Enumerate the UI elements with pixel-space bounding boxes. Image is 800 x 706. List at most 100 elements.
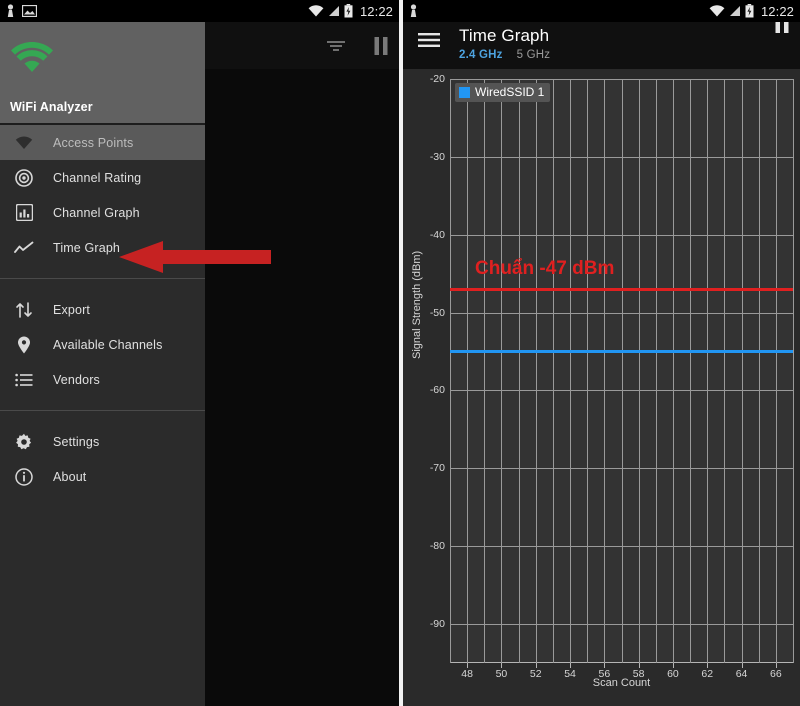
- battery-charging-icon: [344, 4, 353, 18]
- grid-line-vertical: [793, 79, 794, 663]
- x-axis-tick-mark: [638, 663, 640, 668]
- y-axis-tick-label: -40: [429, 228, 445, 241]
- bar-chart-icon: [12, 204, 36, 221]
- grid-line-vertical: [690, 79, 692, 663]
- wifi-filled-icon: [12, 135, 36, 150]
- status-bar-left-icons: [409, 4, 418, 18]
- x-axis-tick-mark: [535, 663, 537, 668]
- grid-line-vertical: [450, 79, 451, 663]
- y-axis-tick-label: -60: [429, 384, 445, 397]
- x-axis-tick-mark: [570, 663, 572, 668]
- gear-icon: [12, 433, 36, 451]
- sidebar-item-vendors[interactable]: Vendors: [0, 362, 205, 397]
- x-axis-tick-label: 58: [632, 668, 645, 680]
- wifi-logo-icon: [10, 41, 54, 79]
- grid-line-vertical: [552, 79, 554, 663]
- chart-legend: WiredSSID 1: [455, 83, 551, 102]
- filter-icon[interactable]: [325, 38, 347, 54]
- status-bar-right-icons: 12:22: [709, 4, 794, 19]
- tab-2-4ghz[interactable]: 2.4 GHz: [459, 49, 503, 61]
- sidebar-item-label: Channel Rating: [53, 170, 142, 185]
- x-axis-tick-mark: [467, 663, 469, 668]
- tab-5ghz[interactable]: 5 GHz: [517, 49, 551, 61]
- sidebar-item-label: Channel Graph: [53, 205, 140, 220]
- right-screen: 12:22 Time Graph 2.4 GHz 5 GHz Signal St…: [403, 0, 800, 706]
- sidebar-item-label: Export: [53, 302, 91, 317]
- drawer-app-name: WiFi Analyzer: [10, 100, 93, 114]
- sidebar-item-access-points[interactable]: Access Points: [0, 125, 205, 160]
- drawer-header: WiFi Analyzer: [0, 22, 205, 125]
- cell-signal-icon: [328, 5, 340, 17]
- grid-line-vertical: [707, 79, 709, 663]
- grid-line-vertical: [672, 79, 674, 663]
- grid-line-vertical: [535, 79, 537, 663]
- export-arrows-icon: [12, 301, 36, 319]
- pause-icon[interactable]: [373, 36, 389, 55]
- screenshot-root: 12:22 WiFi Analyzer Access Points Channe…: [0, 0, 800, 706]
- list-icon: [12, 373, 36, 387]
- series-line: [450, 350, 793, 354]
- hamburger-menu-icon[interactable]: [418, 32, 440, 53]
- x-axis-tick-label: 50: [495, 668, 508, 680]
- grid-line-vertical: [484, 79, 486, 663]
- grid-line-vertical: [501, 79, 503, 663]
- screenshot-image-icon: [22, 5, 37, 17]
- grid-line-horizontal: [450, 79, 793, 80]
- grid-line-horizontal: [450, 390, 793, 392]
- sidebar-item-about[interactable]: About: [0, 459, 205, 494]
- grid-line-vertical: [724, 79, 726, 663]
- status-bar: 12:22: [0, 0, 399, 22]
- person-icon: [409, 4, 418, 18]
- drawer-divider-2: [0, 410, 205, 411]
- grid-line-vertical: [467, 79, 469, 663]
- x-axis-tick-label: 48: [461, 668, 473, 680]
- status-bar-right-icons: 12:22: [308, 4, 393, 19]
- x-axis-tick-mark: [501, 663, 503, 668]
- sidebar-item-channel-graph[interactable]: Channel Graph: [0, 195, 205, 230]
- sidebar-item-label: Vendors: [53, 372, 100, 387]
- y-axis-tick-label: -50: [429, 306, 445, 319]
- radar-icon: [12, 168, 36, 187]
- x-axis-tick-label: 52: [529, 668, 542, 680]
- reference-line: [450, 287, 793, 291]
- x-axis-tick-mark: [775, 663, 777, 668]
- y-axis-label: Signal Strength (dBm): [411, 250, 423, 359]
- grid-line-vertical: [638, 79, 640, 663]
- x-axis-tick-label: 64: [735, 668, 748, 680]
- grid-line-vertical: [621, 79, 623, 663]
- x-axis-tick-mark: [672, 663, 674, 668]
- x-axis-tick-label: 54: [564, 668, 576, 680]
- sidebar-item-channel-rating[interactable]: Channel Rating: [0, 160, 205, 195]
- y-axis-tick-label: -80: [429, 540, 445, 553]
- status-bar-left-icons: [6, 4, 37, 18]
- sidebar-item-label: Settings: [53, 434, 100, 449]
- grid-line-horizontal: [450, 468, 793, 470]
- grid-line-vertical: [775, 79, 777, 663]
- left-screen: 12:22 WiFi Analyzer Access Points Channe…: [0, 0, 399, 706]
- sidebar-item-available-channels[interactable]: Available Channels: [0, 327, 205, 362]
- grid-line-horizontal: [450, 312, 793, 314]
- wifi-icon: [308, 5, 324, 17]
- sidebar-item-label: Time Graph: [53, 240, 121, 255]
- drawer-menu: Access Points Channel Rating Channel Gra…: [0, 125, 205, 494]
- x-axis-tick-mark: [604, 663, 606, 668]
- y-axis-tick-label: -20: [429, 73, 445, 85]
- x-axis-tick-label: 56: [598, 668, 611, 680]
- grid-line-vertical: [758, 79, 760, 663]
- cell-signal-icon: [729, 5, 741, 17]
- x-axis-tick-label: 66: [770, 668, 782, 680]
- grid-line-horizontal: [450, 546, 793, 548]
- sidebar-item-label: About: [53, 469, 87, 484]
- red-left-arrow-icon: [119, 238, 271, 276]
- status-bar-clock: 12:22: [359, 3, 393, 19]
- grid-line-vertical: [604, 79, 606, 663]
- sidebar-item-label: Available Channels: [53, 337, 163, 352]
- status-bar-clock: 12:22: [760, 3, 794, 19]
- location-pin-icon: [12, 336, 36, 354]
- x-axis-tick-mark: [707, 663, 709, 668]
- sidebar-item-export[interactable]: Export: [0, 292, 205, 327]
- time-graph-chart: Signal Strength (dBm) Scan Count -20 -30-…: [403, 69, 800, 706]
- band-tabs: 2.4 GHz 5 GHz: [459, 49, 550, 61]
- sidebar-item-settings[interactable]: Settings: [0, 424, 205, 459]
- wifi-icon: [709, 5, 725, 17]
